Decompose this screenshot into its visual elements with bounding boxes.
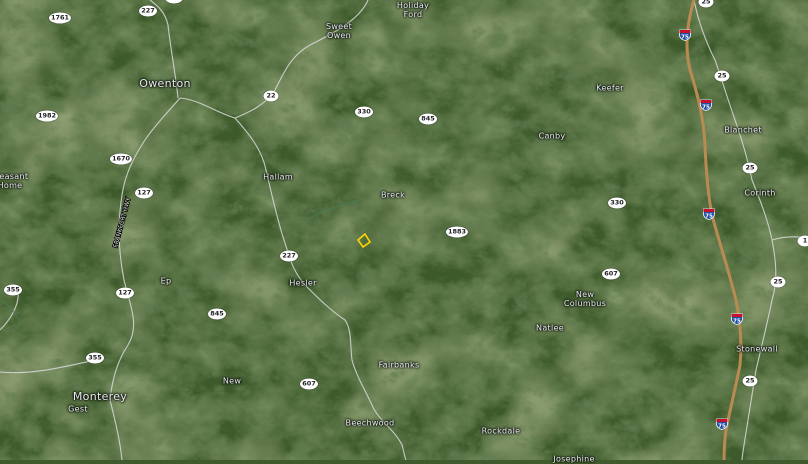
route-1761-shield: 1761 (49, 13, 71, 24)
interstate-75-shield-icon: 75 (716, 415, 729, 427)
place-label-rockdale[interactable]: Rockdale (482, 427, 521, 436)
place-label-blanchet[interactable]: Blanchet (724, 126, 762, 135)
route-845-shield: 845 (208, 309, 226, 320)
place-label-holiday-ford[interactable]: HolidayFord (397, 1, 429, 19)
route-1670-shield: 1670 (110, 154, 132, 165)
place-label-beechwood[interactable]: Beechwood (346, 419, 395, 428)
place-label-owenton[interactable]: Owenton (139, 78, 191, 90)
place-label-new-columbus[interactable]: NewColumbus (564, 290, 606, 308)
route-25-shield: 25 (715, 71, 730, 82)
svg-text:75: 75 (702, 104, 710, 110)
place-label-sweet-owen[interactable]: SweetOwen (326, 22, 352, 40)
route-1883-shield: 1883 (446, 227, 468, 238)
route-22-shield: 22 (264, 91, 279, 102)
svg-text:75: 75 (733, 318, 741, 324)
interstate-75-shield-icon: 75 (679, 26, 692, 38)
route-25-shield: 25 (771, 277, 786, 288)
route-330-shield: 330 (355, 107, 373, 118)
route-25-shield: 25 (743, 376, 758, 387)
route-330-shield: 330 (608, 198, 626, 209)
route-1-shield: 1 (798, 236, 808, 247)
place-label-stonewall[interactable]: Stonewall (736, 345, 778, 354)
route-25-shield: 25 (743, 163, 758, 174)
place-label-breck[interactable]: Breck (381, 191, 405, 200)
place-label-corinth[interactable]: Corinth (744, 189, 775, 198)
place-label-gest[interactable]: Gest (68, 405, 88, 414)
place-label-new[interactable]: New (223, 377, 241, 386)
place-label-josephine[interactable]: Josephine (553, 455, 594, 464)
svg-text:75: 75 (705, 213, 713, 219)
svg-text:75: 75 (718, 423, 726, 429)
interstate-75-shield-icon: 75 (700, 96, 713, 108)
route-607-shield: 607 (602, 269, 620, 280)
route-607-shield: 607 (300, 379, 318, 390)
place-label-fairbanks[interactable]: Fairbanks (379, 361, 420, 370)
route-1982-shield: 1982 (36, 111, 58, 122)
interstate-75-shield-icon: 75 (731, 310, 744, 322)
route-227-shield: 227 (280, 251, 298, 262)
place-label-canby[interactable]: Canby (539, 132, 566, 141)
route-127-shield: 127 (135, 188, 153, 199)
place-label-hesler[interactable]: Hesler (289, 279, 316, 288)
svg-text:75: 75 (681, 34, 689, 40)
route-355-shield: 355 (4, 285, 22, 296)
place-label-natlee[interactable]: Natlee (536, 324, 564, 333)
route-127-shield: 127 (116, 288, 134, 299)
route-227-shield: 227 (139, 6, 157, 17)
route-355-shield: 355 (86, 353, 104, 364)
place-label-hallam[interactable]: Hallam (263, 173, 293, 182)
place-label-keefer[interactable]: Keefer (596, 84, 624, 93)
place-label-pleasant-home[interactable]: PleasantHome (0, 172, 28, 190)
place-label-ep[interactable]: Ep (161, 277, 172, 286)
interstate-75-shield-icon: 75 (703, 205, 716, 217)
route-845-shield: 845 (419, 114, 437, 125)
place-label-monterey[interactable]: Monterey (73, 391, 127, 403)
